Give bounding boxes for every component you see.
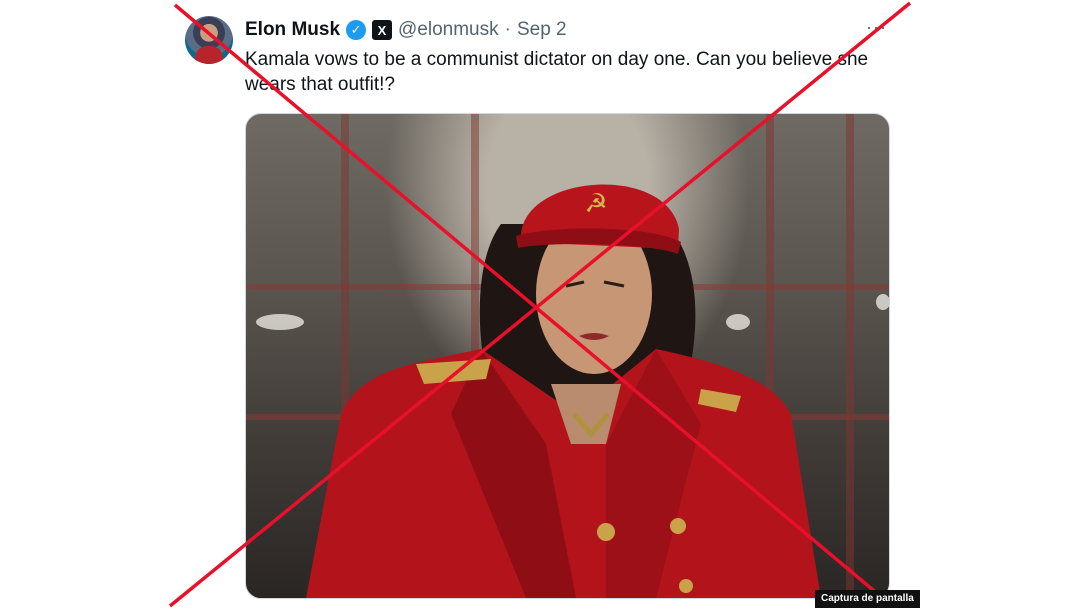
woman-in-red-uniform: ☭ — [306, 184, 821, 598]
author-avatar[interactable] — [185, 16, 233, 64]
screenshot-caption-tag: Captura de pantalla — [815, 590, 920, 608]
tweet-date[interactable]: Sep 2 — [517, 19, 567, 41]
author-handle[interactable]: @elonmusk — [398, 19, 499, 41]
separator-dot: · — [504, 19, 511, 40]
verified-badge-icon[interactable]: ✓ — [346, 20, 367, 40]
author-name[interactable]: Elon Musk — [245, 19, 340, 41]
tweet-text: Kamala vows to be a communist dictator o… — [245, 49, 869, 95]
svg-text:☭: ☭ — [584, 188, 607, 218]
more-options-icon[interactable]: ··· — [866, 17, 887, 38]
tweet-header: Elon Musk ✓ X @elonmusk · Sep 2 — [245, 17, 567, 43]
tweet-image[interactable]: ☭ — [245, 113, 890, 599]
x-logo-icon: X — [372, 20, 393, 40]
